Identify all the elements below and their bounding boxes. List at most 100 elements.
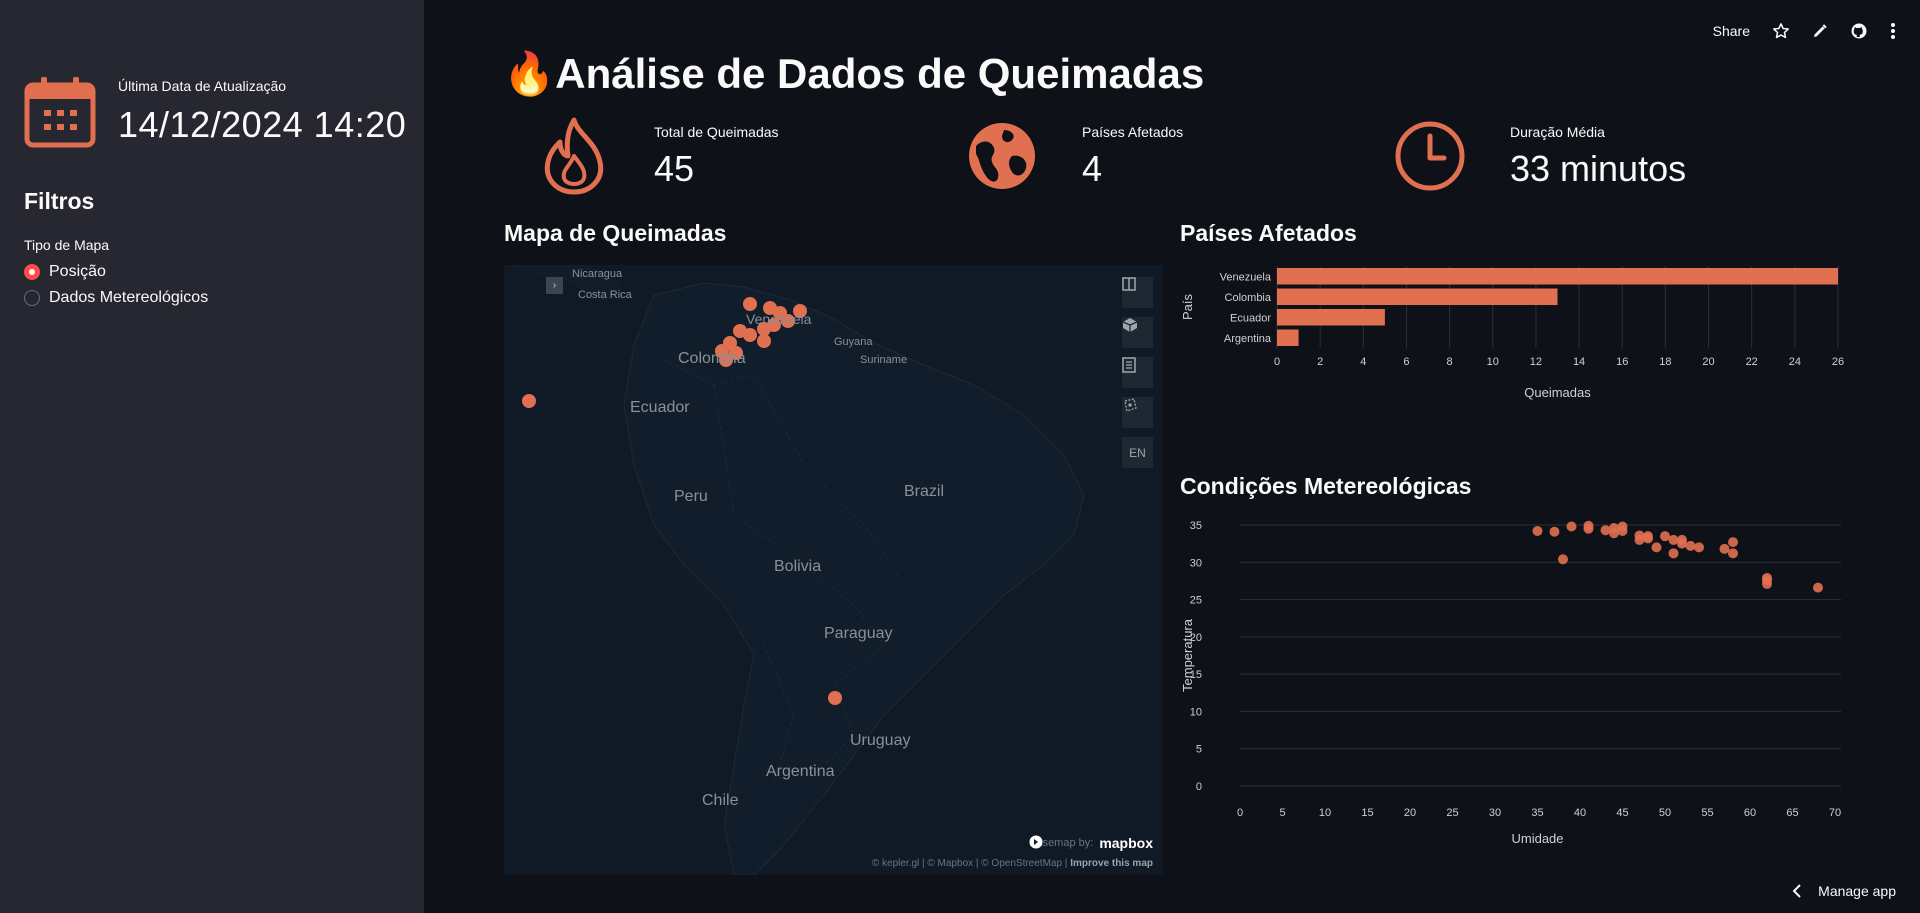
- x-tick-label: 6: [1403, 356, 1409, 368]
- x-tick-label: 26: [1832, 356, 1844, 368]
- scatter-point: [1728, 537, 1738, 548]
- map-label-bolivia: Bolivia: [774, 558, 822, 575]
- y-tick-label: 30: [1190, 557, 1202, 569]
- manage-app-button[interactable]: Manage app: [1792, 883, 1896, 899]
- calendar-icon: [24, 77, 96, 148]
- map-panel-toggle-icon[interactable]: ›: [546, 277, 563, 294]
- x-tick-label: 4: [1360, 356, 1366, 368]
- map-canvas[interactable]: [504, 265, 1163, 875]
- page-title: 🔥Análise de Dados de Queimadas: [503, 50, 1205, 97]
- x-tick-label: 12: [1530, 356, 1542, 368]
- x-tick-label: 60: [1744, 807, 1756, 819]
- legend-icon[interactable]: [1122, 357, 1153, 388]
- metric-label: Duração Média: [1510, 124, 1605, 140]
- star-icon[interactable]: [1772, 22, 1790, 40]
- github-icon[interactable]: [1850, 22, 1868, 40]
- x-tick-label: 30: [1489, 807, 1501, 819]
- scatter-point: [1549, 526, 1560, 537]
- y-axis-label: País: [1180, 293, 1195, 320]
- y-tick-label: Ecuador: [1230, 312, 1271, 324]
- scatter-point: [1617, 525, 1628, 536]
- map-label-costa-rica: Costa Rica: [578, 289, 632, 301]
- 3d-view-icon[interactable]: [1122, 317, 1153, 348]
- fire-point: [522, 394, 536, 408]
- fire-map[interactable]: › Nicaragua Costa Rica Venezuela Guyana …: [504, 265, 1163, 875]
- countries-section-title: Países Afetados: [1180, 220, 1357, 246]
- edit-icon[interactable]: [1812, 23, 1828, 39]
- map-label-colombia: Colombia: [678, 350, 746, 367]
- x-tick-label: 16: [1616, 356, 1628, 368]
- map-section-title: Mapa de Queimadas: [504, 220, 727, 246]
- scatter-point: [1600, 525, 1611, 536]
- y-tick-label: 35: [1190, 520, 1202, 532]
- chevron-left-icon: [1792, 884, 1801, 898]
- x-tick-label: 2: [1317, 356, 1323, 368]
- x-tick-label: 50: [1659, 807, 1671, 819]
- x-tick-label: 35: [1531, 807, 1543, 819]
- x-tick-label: 10: [1487, 356, 1499, 368]
- update-label: Última Data de Atualização: [118, 78, 287, 94]
- y-tick-label: 5: [1196, 744, 1202, 756]
- scatter-point: [1694, 542, 1704, 553]
- x-tick-label: 40: [1574, 807, 1586, 819]
- draw-polygon-icon[interactable]: [1122, 397, 1153, 428]
- x-tick-label: 0: [1274, 356, 1280, 368]
- weather-scatter-chart: 051015202530350 5 10 15 20 25 30 35 40 45 50 55 60 65…: [1180, 520, 1841, 846]
- radio-label: Posição: [49, 263, 106, 280]
- basemap-credit: Basemap by: mapbox: [1029, 835, 1153, 851]
- manage-app-label: Manage app: [1818, 883, 1896, 899]
- y-tick-label: Argentina: [1224, 333, 1272, 345]
- fire-icon: [544, 117, 604, 195]
- fire-point: [757, 334, 771, 348]
- fire-point: [828, 691, 842, 705]
- bar: [1277, 329, 1299, 346]
- mapbox-icon: [1029, 835, 1043, 849]
- share-button[interactable]: Share: [1713, 23, 1750, 39]
- x-axis-label: Queimadas: [1524, 385, 1591, 400]
- more-menu-icon[interactable]: [1890, 22, 1896, 40]
- sidebar: Última Data de Atualização 14/12/2024 14…: [0, 0, 424, 913]
- map-label-ecuador: Ecuador: [630, 399, 690, 416]
- split-map-icon[interactable]: [1122, 277, 1153, 308]
- scatter-point: [1660, 531, 1670, 542]
- countries-bar-chart: 0 2 4 6 8 10 12 14 16 18 20 22 24 26VenezuelaColombia…: [1180, 266, 1844, 400]
- metric-value: 33 minutos: [1510, 148, 1687, 189]
- improve-map-link[interactable]: Improve this map: [1070, 858, 1153, 869]
- scatter-point: [1643, 531, 1653, 542]
- scatter-point: [1651, 542, 1662, 553]
- x-tick-label: 18: [1659, 356, 1671, 368]
- map-label-peru: Peru: [674, 488, 708, 505]
- x-tick-label: 65: [1786, 807, 1798, 819]
- update-info: Última Data de Atualização 14/12/2024 14…: [24, 76, 406, 148]
- scatter-point: [1719, 543, 1730, 554]
- x-tick-label: 25: [1446, 807, 1458, 819]
- x-tick-label: 55: [1701, 807, 1713, 819]
- radio-button[interactable]: [24, 290, 40, 306]
- language-button[interactable]: EN: [1122, 437, 1153, 468]
- radio-option-dados-metereologicos[interactable]: Dados Metereológicos: [24, 289, 208, 307]
- scatter-point: [1558, 554, 1568, 565]
- metric-total-queimadas: Total de Queimadas 45: [538, 116, 779, 196]
- mapbox-logo: mapbox: [1029, 835, 1153, 851]
- update-value: 14/12/2024 14:20: [118, 104, 407, 145]
- map-label-brazil: Brazil: [904, 483, 945, 500]
- x-axis-label: Umidade: [1511, 831, 1563, 846]
- y-tick-label: Colombia: [1225, 292, 1272, 304]
- x-tick-label: 8: [1447, 356, 1453, 368]
- x-tick-label: 22: [1746, 356, 1758, 368]
- scatter-point: [1762, 572, 1772, 583]
- scatter-point: [1634, 530, 1645, 541]
- map-label-uruguay: Uruguay: [850, 732, 911, 749]
- south-america-landmass: [623, 282, 1085, 875]
- map-label-suriname: Suriname: [860, 354, 908, 366]
- y-tick-label: 0: [1196, 781, 1202, 793]
- radio-option-posicao[interactable]: Posição: [24, 263, 106, 281]
- bar: [1277, 309, 1385, 326]
- radio-button-checked[interactable]: [24, 264, 40, 280]
- x-tick-label: 5: [1279, 807, 1285, 819]
- clock-icon: [1395, 121, 1465, 191]
- scatter-point: [1813, 582, 1823, 593]
- metric-value: 4: [1082, 148, 1103, 189]
- metric-label: Países Afetados: [1082, 124, 1184, 140]
- map-label-argentina: Argentina: [766, 763, 835, 780]
